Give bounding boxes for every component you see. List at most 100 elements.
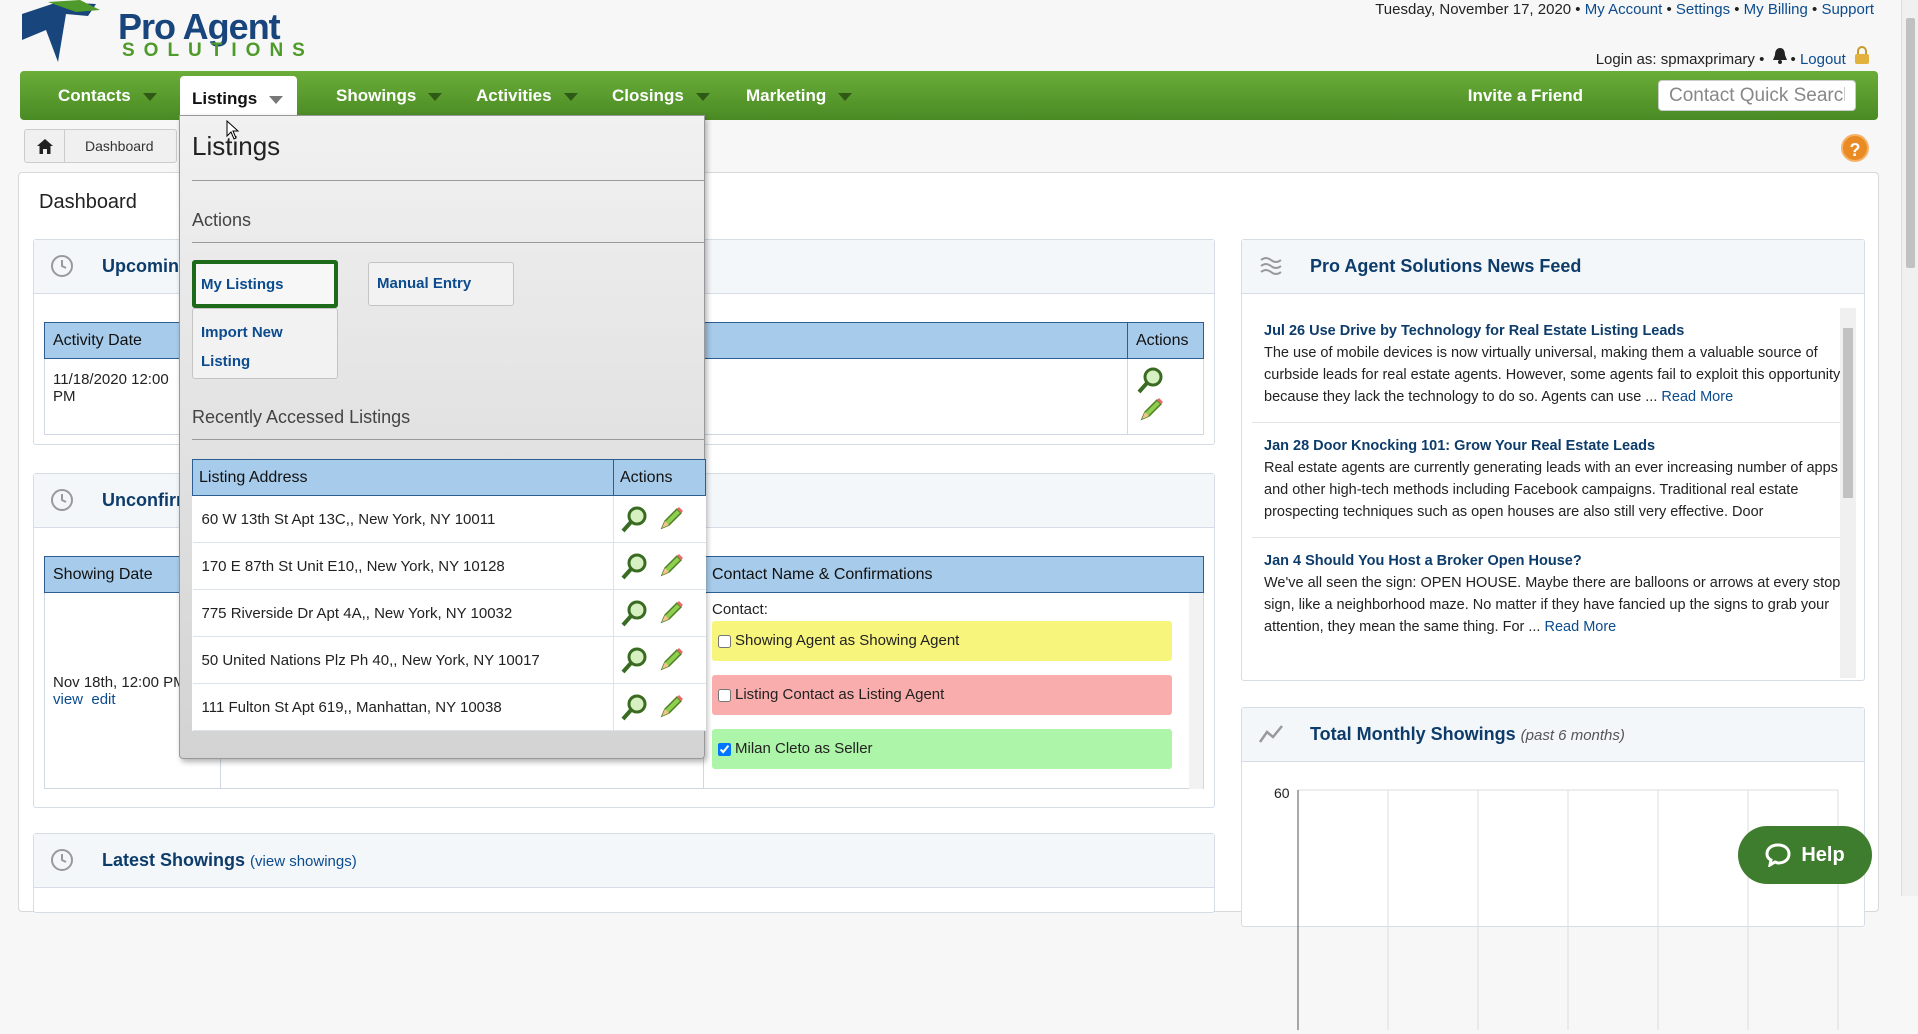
contact-label: Contact: <box>712 601 768 618</box>
nav-activities-label: Activities <box>476 86 552 105</box>
table-row: 111 Fulton St Apt 619,, Manhattan, NY 10… <box>192 683 706 731</box>
help-question-icon[interactable]: ? <box>1841 134 1869 162</box>
nav-showings[interactable]: Showings <box>318 71 443 120</box>
nav-contacts-label: Contacts <box>58 86 131 105</box>
logout-link[interactable]: Logout <box>1800 51 1846 68</box>
news-scrollbar-thumb[interactable] <box>1843 328 1853 498</box>
magnifier-icon[interactable] <box>1136 365 1166 395</box>
contact-quick-search-input[interactable] <box>1658 80 1856 111</box>
nav-closings[interactable]: Closings <box>594 71 710 120</box>
help-chat-button[interactable]: Help <box>1738 826 1872 884</box>
latest-showings-panel: Latest Showings (view showings) <box>33 833 1215 913</box>
divider <box>192 439 704 440</box>
news-item-body: Real estate agents are currently generat… <box>1264 460 1838 520</box>
col-activity-date: Activity Date <box>44 322 185 359</box>
confirmations-scrollbar[interactable] <box>1189 593 1203 789</box>
home-icon[interactable] <box>25 130 65 162</box>
page-scrollbar[interactable] <box>1901 0 1918 896</box>
pencil-icon[interactable] <box>656 645 686 675</box>
news-item-title[interactable]: Jan 28 Door Knocking 101: Grow Your Real… <box>1264 435 1844 457</box>
table-row: 50 United Nations Plz Ph 40,, New York, … <box>192 636 706 684</box>
actions-cell <box>613 542 706 590</box>
table-row: 60 W 13th St Apt 13C,, New York, NY 1001… <box>192 495 706 543</box>
listing-address[interactable]: 50 United Nations Plz Ph 40,, New York, … <box>192 636 614 684</box>
magnifier-icon[interactable] <box>620 598 650 628</box>
mouse-cursor-icon <box>226 120 240 140</box>
listing-address[interactable]: 60 W 13th St Apt 13C,, New York, NY 1001… <box>192 495 614 543</box>
pencil-icon[interactable] <box>656 598 686 628</box>
pencil-icon[interactable] <box>656 692 686 722</box>
logo-house-icon <box>22 0 100 62</box>
listing-address[interactable]: 111 Fulton St Apt 619,, Manhattan, NY 10… <box>192 683 614 731</box>
news-item-title[interactable]: Jul 26 Use Drive by Technology for Real … <box>1264 320 1844 342</box>
chat-bubble-icon <box>1765 843 1791 867</box>
confirm-listing-contact[interactable]: Listing Contact as Listing Agent <box>712 675 1172 715</box>
actions-cell <box>613 683 706 731</box>
news-item-body: The use of mobile devices is now virtual… <box>1264 345 1841 405</box>
line-chart-icon <box>1258 725 1283 743</box>
logo[interactable]: Pro Agent SOLUTIONS <box>18 0 338 62</box>
latest-showings-title: Latest Showings (view showings) <box>102 850 357 871</box>
confirm-seller[interactable]: Milan Cleto as Seller <box>712 729 1172 769</box>
manual-entry-button[interactable]: Manual Entry <box>368 262 514 306</box>
breadcrumb-dashboard[interactable]: Dashboard <box>65 130 176 162</box>
news-feed-panel-head: Pro Agent Solutions News Feed <box>1242 240 1864 294</box>
view-showings-link[interactable]: (view showings) <box>250 853 357 870</box>
pencil-icon[interactable] <box>656 504 686 534</box>
table-row: 170 E 87th St Unit E10,, New York, NY 10… <box>192 542 706 590</box>
upcoming-title: Upcoming <box>102 256 190 276</box>
listings-dropdown: Listings Actions My Listings Manual Entr… <box>179 115 706 759</box>
magnifier-icon[interactable] <box>620 504 650 534</box>
my-listings-button[interactable]: My Listings <box>192 260 338 308</box>
monthly-showings-panel-head: Total Monthly Showings (past 6 months) <box>1242 708 1864 762</box>
listing-address[interactable]: 170 E 87th St Unit E10,, New York, NY 10… <box>192 542 614 590</box>
lock-icon <box>1854 46 1870 68</box>
confirm-showing-agent[interactable]: Showing Agent as Showing Agent <box>712 621 1172 661</box>
chart-subtitle: (past 6 months) <box>1520 727 1625 744</box>
breadcrumb: Dashboard <box>24 129 177 163</box>
col-contact-confirmations: Contact Name & Confirmations <box>703 556 1204 593</box>
confirm-seller-label: Milan Cleto as Seller <box>735 740 873 757</box>
col-listing-address: Listing Address <box>192 459 614 496</box>
pencil-icon[interactable] <box>656 551 686 581</box>
chart-title: Total Monthly Showings <box>1310 724 1516 744</box>
nav-marketing[interactable]: Marketing <box>728 71 853 120</box>
clock-icon <box>51 255 73 277</box>
nav-listings-label: Listings <box>192 89 258 108</box>
import-new-listing-button[interactable]: Import New Listing <box>192 308 338 379</box>
view-link[interactable]: view <box>53 691 83 708</box>
nav-marketing-label: Marketing <box>746 86 827 105</box>
news-item-title[interactable]: Jan 4 Should You Host a Broker Open Hous… <box>1264 550 1844 572</box>
news-feed-title: Pro Agent Solutions News Feed <box>1310 256 1582 276</box>
confirm-listing-contact-label: Listing Contact as Listing Agent <box>735 686 945 703</box>
confirm-listing-contact-checkbox[interactable] <box>718 688 731 702</box>
nav-activities[interactable]: Activities <box>458 71 578 120</box>
nav-contacts[interactable]: Contacts <box>40 71 157 120</box>
settings-link[interactable]: Settings <box>1676 1 1730 18</box>
read-more-link[interactable]: Read More <box>1545 619 1617 635</box>
magnifier-icon[interactable] <box>620 551 650 581</box>
confirm-seller-checkbox[interactable] <box>718 742 731 756</box>
news-scrollbar[interactable] <box>1840 308 1856 678</box>
my-account-link[interactable]: My Account <box>1585 1 1663 18</box>
monthly-showings-chart: 60 <box>1274 785 1839 1030</box>
help-label: Help <box>1801 843 1845 866</box>
chevron-down-icon <box>142 92 157 101</box>
magnifier-icon[interactable] <box>620 692 650 722</box>
latest-showings-title-text: Latest Showings <box>102 850 246 870</box>
top-links: Tuesday, November 17, 2020 • My Account … <box>1375 1 1874 18</box>
listing-address[interactable]: 775 Riverside Dr Apt 4A,, New York, NY 1… <box>192 589 614 637</box>
magnifier-icon[interactable] <box>620 645 650 675</box>
pencil-icon[interactable] <box>1136 395 1166 425</box>
edit-link[interactable]: edit <box>91 691 115 708</box>
bell-icon[interactable] <box>1772 48 1787 68</box>
my-billing-link[interactable]: My Billing <box>1744 1 1808 18</box>
confirm-showing-agent-checkbox[interactable] <box>718 634 731 648</box>
page-scrollbar-thumb[interactable] <box>1906 18 1915 268</box>
invite-friend-link[interactable]: Invite a Friend <box>1468 71 1583 120</box>
support-link[interactable]: Support <box>1821 1 1874 18</box>
news-feed-list: Jul 26 Use Drive by Technology for Real … <box>1252 308 1856 678</box>
chevron-down-icon <box>563 92 578 101</box>
monthly-showings-title: Total Monthly Showings (past 6 months) <box>1310 724 1625 745</box>
read-more-link[interactable]: Read More <box>1661 389 1733 405</box>
